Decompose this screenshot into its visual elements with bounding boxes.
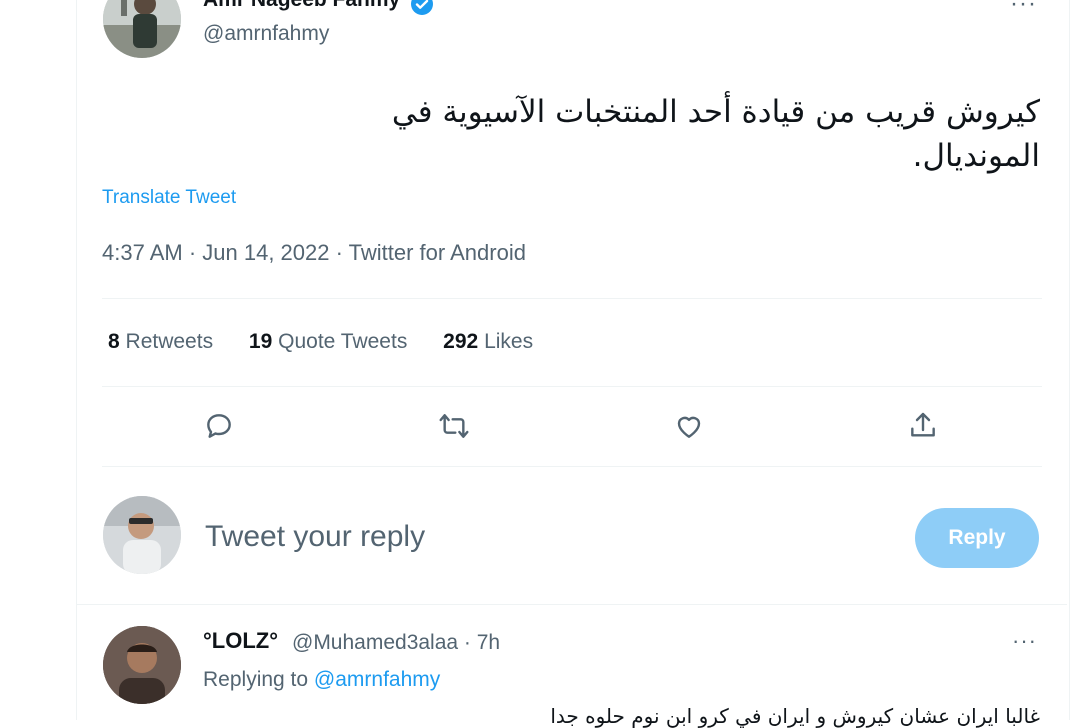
retweets-stat[interactable]: 8 Retweets	[108, 330, 213, 354]
likes-stat[interactable]: 292 Likes	[443, 330, 533, 354]
section-divider	[77, 604, 1067, 605]
comment-text: غالبا ايران عشان كيروش و ايران في كرو اب…	[550, 704, 1040, 728]
divider	[102, 386, 1042, 387]
verified-badge-icon	[411, 0, 433, 15]
divider	[102, 466, 1042, 467]
retweets-label: Retweets	[125, 330, 214, 353]
likes-count: 292	[443, 330, 479, 353]
author-name[interactable]: Amr Nageeb Fahmy	[203, 0, 400, 12]
tweet-text: كيروش قريب من قيادة أحد المنتخبات الآسيو…	[220, 90, 1040, 178]
replying-to: Replying to @amrnfahmy	[203, 668, 440, 692]
retweets-count: 8	[108, 330, 120, 353]
current-user-avatar[interactable]	[103, 496, 181, 574]
tweet-text-line-1: كيروش قريب من قيادة أحد المنتخبات الآسيو…	[391, 94, 1040, 130]
share-button[interactable]	[901, 404, 945, 448]
retweet-button[interactable]	[432, 404, 476, 448]
commenter-name[interactable]: °LOLZ°	[203, 628, 278, 654]
author-handle[interactable]: @amrnfahmy	[203, 22, 329, 46]
translate-tweet-link[interactable]: Translate Tweet	[102, 187, 236, 209]
comment-more-options-icon[interactable]: ···	[1012, 628, 1037, 654]
share-icon	[911, 412, 935, 437]
reply-submit-button[interactable]: Reply	[915, 508, 1039, 568]
commenter-avatar[interactable]	[103, 626, 181, 704]
quote-tweets-count: 19	[248, 330, 273, 353]
current-user-photo	[103, 496, 181, 574]
commenter-photo	[103, 626, 181, 704]
replying-to-handle-link[interactable]: @amrnfahmy	[314, 668, 440, 691]
replying-to-prefix: Replying to	[203, 668, 309, 691]
commenter-handle-time[interactable]: @Muhamed3alaa · 7h	[292, 631, 500, 655]
reply-button[interactable]	[197, 404, 241, 448]
reply-input[interactable]	[205, 520, 805, 554]
like-button[interactable]	[667, 404, 711, 448]
like-icon	[677, 416, 701, 438]
quote-tweets-stat[interactable]: 19 Quote Tweets	[249, 330, 407, 354]
tweet-text-line-2: المونديال.	[912, 138, 1040, 174]
tweet-timestamp[interactable]: 4:37 AM · Jun 14, 2022 · Twitter for And…	[102, 240, 526, 266]
quote-tweets-label: Quote Tweets	[278, 330, 408, 353]
tweet-stats: 8 Retweets 19 Quote Tweets 292 Likes	[108, 330, 563, 354]
likes-label: Likes	[484, 330, 534, 353]
more-options-icon[interactable]: ···	[1010, 0, 1037, 18]
reply-icon	[207, 414, 231, 438]
divider	[102, 298, 1042, 299]
retweet-icon	[439, 414, 469, 438]
